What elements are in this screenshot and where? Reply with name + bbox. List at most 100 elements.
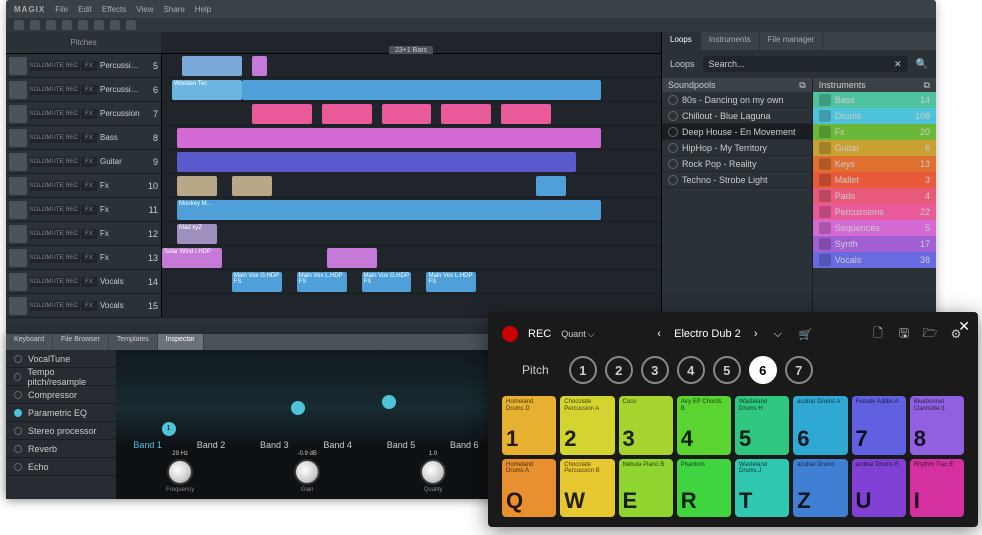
filter-icon[interactable]: ⧉ <box>799 80 805 91</box>
pads-pitch-button[interactable]: 7 <box>785 356 813 384</box>
track-solo-button[interactable]: SOLO <box>30 109 46 119</box>
menu-edit[interactable]: Edit <box>78 5 92 14</box>
fx-toggle-icon[interactable] <box>14 391 22 399</box>
soundpool-item[interactable]: Techno - Strobe Light <box>662 172 812 188</box>
track-mute-button[interactable]: MUTE <box>47 157 63 167</box>
fx-toggle-icon[interactable] <box>14 355 22 363</box>
pad-button[interactable]: acobar Drums EU <box>852 459 906 518</box>
tab-inspector[interactable]: Inspector <box>158 334 204 350</box>
shop-icon[interactable]: 🛒 <box>799 328 813 341</box>
instrument-item[interactable]: Drums108 <box>813 108 936 124</box>
track-mute-button[interactable]: MUTE <box>47 205 63 215</box>
audio-clip[interactable]: Solar Wind I.HDP <box>162 248 222 268</box>
eq-band-tab[interactable]: Band 5 <box>387 440 416 450</box>
track-rec-button[interactable]: REC <box>64 253 80 263</box>
track-mute-button[interactable]: MUTE <box>47 277 63 287</box>
preset-dropdown-icon[interactable]: ⌵ <box>771 327 785 341</box>
fx-toggle-icon[interactable] <box>14 445 22 453</box>
track-header[interactable]: SOLOMUTERECFXVocals15 <box>6 294 161 317</box>
soundpool-item[interactable]: Rock Pop - Reality <box>662 156 812 172</box>
track-header[interactable]: SOLOMUTERECFXFx12 <box>6 222 161 245</box>
pads-pitch-button[interactable]: 5 <box>713 356 741 384</box>
audio-clip[interactable] <box>536 176 566 196</box>
fx-toggle-icon[interactable] <box>14 463 22 471</box>
tab-instruments[interactable]: Instruments <box>701 32 760 50</box>
soundpool-item[interactable]: HipHop - My Territory <box>662 140 812 156</box>
track-mute-button[interactable]: MUTE <box>47 253 63 263</box>
track-lane[interactable]: Wooden Tec <box>161 78 661 101</box>
audio-clip[interactable]: Main Vox G.HDP FS <box>232 272 282 292</box>
filter-icon[interactable]: ⧉ <box>924 80 930 91</box>
knob-dial[interactable] <box>420 459 446 485</box>
soundpool-item[interactable]: Chillout - Blue Laguna <box>662 108 812 124</box>
instrument-item[interactable]: Sequences5 <box>813 220 936 236</box>
track-lane[interactable] <box>161 126 661 149</box>
audio-clip[interactable] <box>242 80 601 100</box>
fx-item[interactable]: Compressor <box>6 386 116 404</box>
instrument-item[interactable]: Bass14 <box>813 92 936 108</box>
audio-clip[interactable]: Wooden Tec <box>172 80 242 100</box>
track-rec-button[interactable]: REC <box>64 229 80 239</box>
tool-icon[interactable] <box>46 20 56 30</box>
tool-icon[interactable] <box>62 20 72 30</box>
track-fx-button[interactable]: FX <box>81 61 97 71</box>
tool-icon[interactable] <box>30 20 40 30</box>
pad-button[interactable]: Airy EP Chords B4 <box>677 396 731 455</box>
fx-item[interactable]: Stereo processor <box>6 422 116 440</box>
eq-node-2[interactable] <box>291 401 305 415</box>
track-mute-button[interactable]: MUTE <box>47 301 63 311</box>
instrument-item[interactable]: Fx20 <box>813 124 936 140</box>
eq-knob[interactable]: -0.9 dBGain <box>294 451 320 493</box>
track-mute-button[interactable]: MUTE <box>47 61 63 71</box>
track-rec-button[interactable]: REC <box>64 133 80 143</box>
pad-button[interactable]: acobar DrumsZ <box>793 459 847 518</box>
tool-icon[interactable] <box>78 20 88 30</box>
pads-pitch-button[interactable]: 1 <box>569 356 597 384</box>
audio-clip[interactable] <box>177 152 576 172</box>
tool-icon[interactable] <box>94 20 104 30</box>
tool-icon[interactable] <box>110 20 120 30</box>
tab-filebrowser[interactable]: File Browser <box>53 334 109 350</box>
eq-band-tab[interactable]: Band 2 <box>197 440 226 450</box>
tab-keyboard[interactable]: Keyboard <box>6 334 53 350</box>
track-fx-button[interactable]: FX <box>81 229 97 239</box>
eq-knob[interactable]: 1.0Quality <box>420 451 446 493</box>
eq-band-tab[interactable]: Band 3 <box>260 440 289 450</box>
track-header[interactable]: SOLOMUTERECFXPercussion7 <box>6 102 161 125</box>
pad-button[interactable]: Bluebonnet Clarinette 38 <box>910 396 964 455</box>
track-rec-button[interactable]: REC <box>64 301 80 311</box>
track-lane[interactable]: Solar Wind I.HDP <box>161 246 661 269</box>
track-fx-button[interactable]: FX <box>81 253 97 263</box>
track-solo-button[interactable]: SOLO <box>30 133 46 143</box>
menu-help[interactable]: Help <box>195 5 211 14</box>
eq-node-3[interactable] <box>382 395 396 409</box>
pad-button[interactable]: Wasteland Drums H5 <box>735 396 789 455</box>
pad-button[interactable]: PhantomR <box>677 459 731 518</box>
pad-button[interactable]: Chocolate Percussion BW <box>560 459 614 518</box>
pad-button[interactable]: Female Adlibs A7 <box>852 396 906 455</box>
pad-button[interactable]: Nebula Piano BE <box>619 459 673 518</box>
audio-clip[interactable] <box>232 176 272 196</box>
audio-clip[interactable] <box>382 104 432 124</box>
track-solo-button[interactable]: SOLO <box>30 157 46 167</box>
fx-item[interactable]: VocalTune <box>6 350 116 368</box>
pads-pitch-button[interactable]: 6 <box>749 356 777 384</box>
track-lane[interactable] <box>161 54 661 77</box>
track-fx-button[interactable]: FX <box>81 277 97 287</box>
eq-node-1[interactable]: 1 <box>162 422 176 436</box>
instrument-item[interactable]: Synth17 <box>813 236 936 252</box>
audio-clip[interactable]: Main Vox L.HDP FS <box>297 272 347 292</box>
track-rec-button[interactable]: REC <box>64 61 80 71</box>
audio-clip[interactable] <box>441 104 491 124</box>
track-solo-button[interactable]: SOLO <box>30 253 46 263</box>
soundpool-item[interactable]: 80s - Dancing on my own <box>662 92 812 108</box>
track-lane[interactable] <box>161 102 661 125</box>
menu-view[interactable]: View <box>136 5 153 14</box>
pads-pitch-button[interactable]: 4 <box>677 356 705 384</box>
track-fx-button[interactable]: FX <box>81 109 97 119</box>
open-icon[interactable]: 🗁 <box>922 326 938 342</box>
save-icon[interactable]: 🖫 <box>896 326 912 342</box>
track-rec-button[interactable]: REC <box>64 277 80 287</box>
fx-toggle-icon[interactable] <box>14 373 21 381</box>
menu-effects[interactable]: Effects <box>102 5 126 14</box>
